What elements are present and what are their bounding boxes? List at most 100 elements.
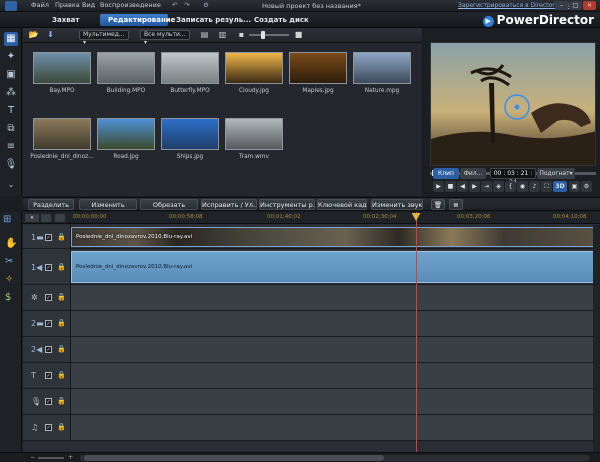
large-thumbnail-icon[interactable]: ■ [293, 30, 304, 40]
library-thumbnail[interactable] [225, 118, 283, 150]
lock-icon[interactable]: 🔒 [57, 263, 66, 271]
mode-capture[interactable]: Захват [44, 14, 87, 26]
media-room-icon[interactable]: ▦ [4, 32, 18, 46]
audio-mixing-icon[interactable]: ≡ [4, 140, 18, 154]
menu-view[interactable]: Вид [82, 1, 95, 9]
minimize-button[interactable]: – [555, 1, 568, 10]
expand-icon[interactable]: ⌄ [4, 178, 18, 192]
mark-in-icon[interactable]: { [505, 181, 516, 192]
settings-gear-icon[interactable]: ⚙ [203, 1, 209, 9]
timeline-zoom-slider[interactable] [38, 457, 64, 459]
import-folder-icon[interactable]: 📂 [28, 30, 39, 40]
mode-edit[interactable]: Редактирование [100, 14, 175, 26]
particle-room-icon[interactable]: ⁂ [4, 86, 18, 100]
library-thumbnail[interactable] [33, 52, 91, 84]
track-enable-checkbox[interactable]: ✓ [45, 398, 52, 405]
track-enable-checkbox[interactable]: ✓ [45, 264, 52, 271]
storyboard-icon[interactable] [41, 214, 51, 222]
effect-room-icon[interactable]: ✦ [4, 50, 18, 64]
voiceover-icon[interactable]: 🎙 [4, 158, 18, 172]
library-thumbnail[interactable] [33, 118, 91, 150]
library-thumbnail[interactable] [161, 118, 219, 150]
library-thumbnail[interactable] [97, 52, 155, 84]
fix-tool-icon[interactable]: $ [5, 292, 11, 303]
snapshot-icon[interactable]: ◉ [517, 181, 528, 192]
transition-room-icon[interactable]: ⧉ [4, 122, 18, 136]
lock-icon[interactable]: 🔒 [57, 397, 66, 405]
modify-audio-button[interactable]: Изменить звук [371, 199, 423, 210]
close-button[interactable]: ✕ [583, 1, 596, 10]
fast-forward-icon[interactable]: ⇥ [481, 181, 492, 192]
track-enable-checkbox[interactable]: ✓ [45, 294, 52, 301]
timeline-vertical-scrollbar[interactable] [593, 225, 600, 452]
pip-room-icon[interactable]: ▣ [4, 68, 18, 82]
library-thumbnail[interactable] [97, 118, 155, 150]
library-thumbnail[interactable] [289, 52, 347, 84]
download-icon[interactable]: ⬇ [45, 30, 56, 40]
audio-icon[interactable]: ♪ [529, 181, 540, 192]
zoom-slider[interactable] [249, 34, 289, 36]
lock-icon[interactable]: 🔒 [57, 371, 66, 379]
fit-dropdown[interactable]: Подогнат▾ [537, 168, 575, 179]
hand-tool-icon[interactable]: ✋ [5, 238, 17, 249]
next-frame-icon[interactable]: ▶ [469, 181, 480, 192]
delete-icon[interactable]: 🗑 [431, 199, 445, 210]
undo-icon[interactable]: ↶ [172, 1, 177, 9]
playhead[interactable] [411, 212, 421, 452]
timeline-mode-icon[interactable]: ⊞ [3, 214, 11, 225]
lock-icon[interactable]: 🔒 [57, 345, 66, 353]
zoom-slider-handle[interactable] [261, 31, 265, 39]
previous-frame-icon[interactable]: ◀ [457, 181, 468, 192]
lock-icon[interactable]: 🔒 [57, 319, 66, 327]
menu-playback[interactable]: Воспроизведение [100, 1, 161, 9]
lock-icon[interactable]: 🔒 [57, 293, 66, 301]
zoom-out-icon[interactable]: − [30, 454, 35, 461]
track-enable-checkbox[interactable]: ✓ [45, 234, 52, 241]
trim-button[interactable]: Обрезать [140, 199, 198, 210]
app-menu-icon[interactable] [5, 1, 17, 11]
timeline-scroll-thumb[interactable] [84, 455, 384, 461]
magic-tool-icon[interactable]: ✧ [5, 274, 13, 285]
track-enable-checkbox[interactable]: ✓ [45, 372, 52, 379]
power-tools-button[interactable]: Инструменты р... [259, 199, 315, 210]
stop-icon[interactable]: ■ [445, 181, 456, 192]
title-room-icon[interactable]: T [4, 104, 18, 118]
zoom-fit-icon[interactable] [55, 214, 65, 222]
library-thumbnail[interactable] [225, 52, 283, 84]
media-filter-dropdown[interactable]: Все мульти... ▾ [140, 30, 190, 46]
lock-icon[interactable]: 🔒 [57, 423, 66, 431]
media-type-dropdown[interactable]: Мультимед... ▾ [79, 30, 129, 46]
preview-settings-icon[interactable]: ⚙ [581, 181, 592, 192]
3d-mode-button[interactable]: 3D [553, 181, 567, 192]
menu-file[interactable]: Файл [31, 1, 49, 9]
library-thumbnail[interactable] [161, 52, 219, 84]
library-thumbnail[interactable] [353, 52, 411, 84]
mode-create-disc[interactable]: Создать диск [246, 14, 317, 26]
fix-enhance-button[interactable]: Исправить / Ул... [201, 199, 257, 210]
tab-film[interactable]: Фил... [460, 168, 486, 179]
split-tool-icon[interactable]: ✂ [5, 256, 13, 267]
keyframe-button[interactable]: Ключевой кадр [317, 199, 367, 210]
maximize-button[interactable]: □ [569, 1, 582, 10]
menu-edit[interactable]: Правка [55, 1, 80, 9]
modify-button[interactable]: Изменить [79, 199, 137, 210]
track-manager-icon[interactable]: ≣ [449, 199, 463, 210]
track-enable-checkbox[interactable]: ✓ [45, 320, 52, 327]
tab-clip[interactable]: Клип [433, 168, 459, 179]
directorzone-link[interactable]: Зарегистрироваться в DirectorZone [458, 2, 570, 9]
track-enable-checkbox[interactable]: ✓ [45, 424, 52, 431]
video-clip[interactable]: Poslednie_dni_dinozavrov.2010.Blu-ray.av… [71, 227, 600, 247]
split-button[interactable]: Разделить [28, 199, 74, 210]
undock-icon[interactable]: ▣ [569, 181, 580, 192]
thumbnail-size-icon[interactable]: ▪ [236, 30, 247, 40]
fullscreen-icon[interactable]: ⛶ [541, 181, 552, 192]
redo-icon[interactable]: ↷ [184, 1, 189, 9]
volume-icon[interactable]: ◈ [493, 181, 504, 192]
view-options-icon[interactable]: ▥ [217, 30, 228, 40]
zoom-in-icon[interactable]: + [68, 454, 73, 461]
play-icon[interactable]: ▶ [433, 181, 444, 192]
timeline-view-dropdown[interactable]: ▾ [25, 214, 39, 222]
lock-icon[interactable]: 🔒 [57, 233, 66, 241]
audio-clip[interactable]: Poslednie_dni_dinozavrov.2010.Blu-ray.av… [71, 251, 600, 283]
plugin-icon[interactable]: ▤ [199, 30, 210, 40]
